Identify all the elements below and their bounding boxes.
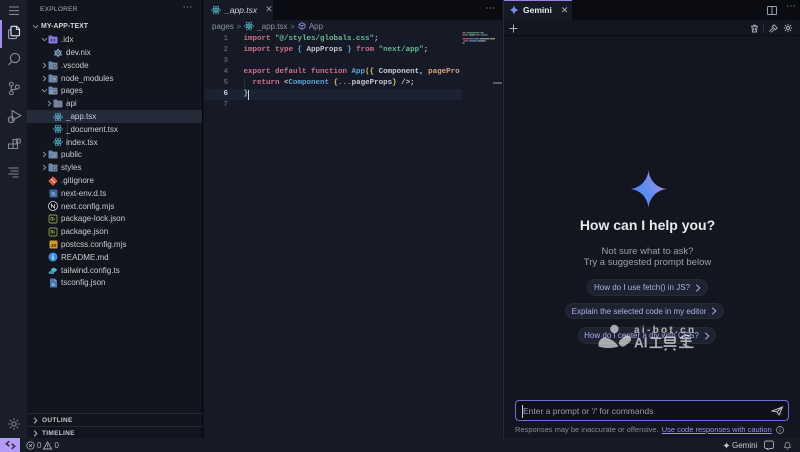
- svg-text:ai-bot.cn: ai-bot.cn: [634, 325, 696, 336]
- svg-text:AI: AI: [634, 336, 648, 351]
- svg-text:JS: JS: [50, 243, 56, 248]
- svg-text:ts: ts: [51, 191, 55, 197]
